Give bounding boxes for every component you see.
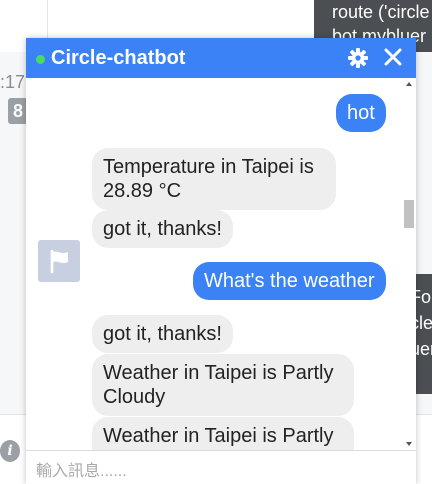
- user-message: What's the weather: [193, 262, 386, 300]
- gear-icon[interactable]: [346, 46, 370, 70]
- message-scrollbar[interactable]: [402, 78, 416, 450]
- background-timestamp: :17: [0, 72, 26, 92]
- user-message: hot: [336, 94, 386, 132]
- bot-message: got it, thanks!: [92, 210, 233, 248]
- chat-widget: Circle-chatbot hot Temperature in Taipei…: [26, 38, 416, 484]
- background-panel: [48, 0, 318, 40]
- bot-message: Temperature in Taipei is 28.89 °C: [92, 148, 336, 210]
- message-input[interactable]: [36, 459, 396, 484]
- page: :17 8 route ('circle bot.mybluer Fo cle …: [0, 0, 432, 484]
- bot-avatar: [38, 240, 80, 282]
- background-badge: 8: [8, 98, 28, 124]
- bot-message: Weather in Taipei is Partly Cloudy: [92, 417, 354, 450]
- scroll-up-icon[interactable]: [406, 82, 412, 86]
- online-status-indicator: [36, 55, 45, 64]
- chat-header[interactable]: Circle-chatbot: [26, 38, 416, 78]
- bot-message: got it, thanks!: [92, 315, 233, 353]
- message-list: hot Temperature in Taipei is 28.89 °C go…: [26, 78, 402, 450]
- close-icon[interactable]: [382, 46, 404, 68]
- chat-title: Circle-chatbot: [51, 46, 186, 69]
- flag-icon: [50, 249, 68, 274]
- background-panel: [416, 414, 432, 484]
- bot-message: Weather in Taipei is Partly Cloudy: [92, 354, 354, 416]
- scrollbar-thumb[interactable]: [404, 200, 414, 228]
- scroll-down-icon[interactable]: [406, 442, 412, 446]
- info-icon[interactable]: i: [0, 440, 20, 462]
- message-composer: [26, 450, 416, 484]
